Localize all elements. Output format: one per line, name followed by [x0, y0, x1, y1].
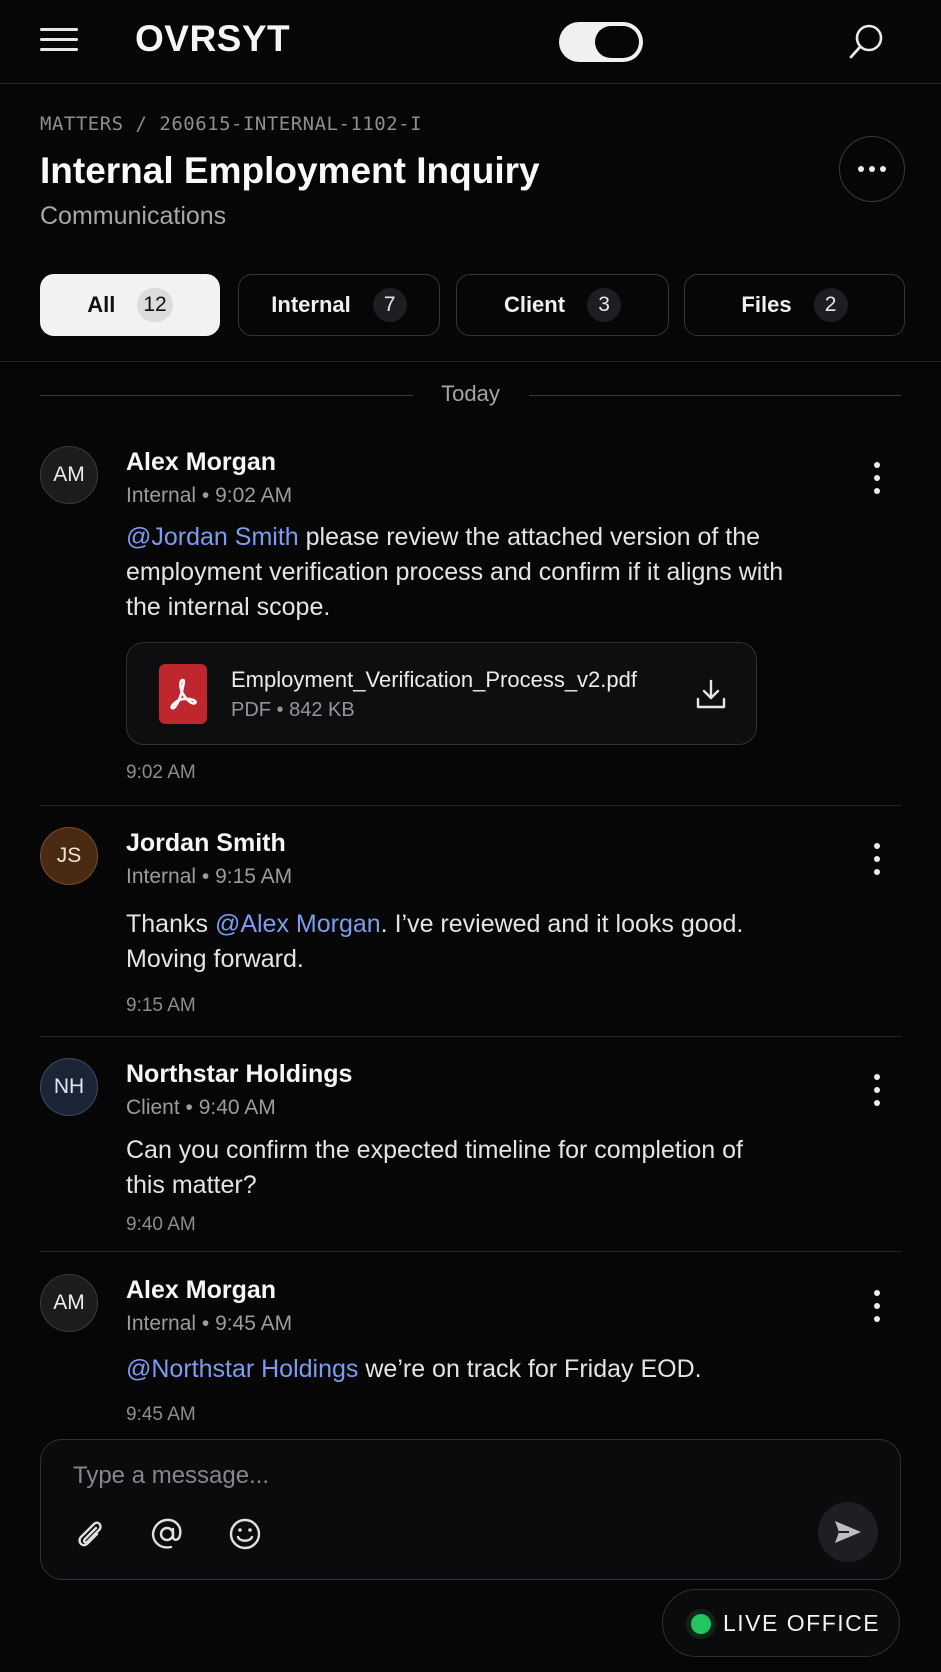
pdf-icon [159, 664, 207, 724]
tab-count-badge: 12 [137, 288, 173, 322]
avatar[interactable]: JS [40, 827, 98, 885]
sender-name[interactable]: Alex Morgan [126, 448, 276, 477]
live-office-label: LIVE OFFICE [723, 1610, 881, 1636]
message-options-icon[interactable] [867, 462, 887, 494]
avatar[interactable]: AM [40, 446, 98, 504]
app-logo: OVRSYT [135, 18, 291, 59]
message-options-icon[interactable] [867, 843, 887, 875]
message-item: JS Jordan Smith Internal • 9:15 AM Thank… [40, 827, 901, 1027]
message-timestamp: 9:15 AM [126, 995, 196, 1016]
avatar[interactable]: AM [40, 1274, 98, 1332]
download-icon[interactable] [694, 677, 728, 711]
mention-icon[interactable] [149, 1516, 185, 1552]
emoji-icon[interactable] [227, 1516, 263, 1552]
mode-toggle[interactable] [559, 22, 643, 62]
top-bar: OVRSYT [0, 0, 941, 84]
live-office-button[interactable]: LIVE OFFICE [662, 1589, 900, 1657]
dot-icon [880, 166, 886, 172]
divider [40, 1251, 901, 1252]
message-meta: Internal • 9:02 AM [126, 484, 293, 507]
sender-name[interactable]: Jordan Smith [126, 829, 286, 858]
message-timestamp: 9:45 AM [126, 1404, 196, 1425]
dot-icon [869, 166, 875, 172]
mention-link[interactable]: @Jordan Smith [126, 523, 299, 551]
more-options-button[interactable] [839, 136, 905, 202]
toggle-knob [595, 26, 639, 58]
message-input[interactable] [73, 1454, 853, 1498]
tab-internal[interactable]: Internal 7 [238, 274, 440, 336]
sender-name[interactable]: Northstar Holdings [126, 1060, 352, 1089]
separator-line [529, 395, 901, 396]
sender-name[interactable]: Alex Morgan [126, 1276, 276, 1305]
message-meta: Client • 9:40 AM [126, 1096, 276, 1119]
tab-files[interactable]: Files 2 [684, 274, 905, 336]
paperclip-icon[interactable] [71, 1516, 107, 1552]
message-body: Thanks @Alex Morgan. I’ve reviewed and i… [126, 907, 806, 977]
message-text: we’re on track for Friday EOD. [358, 1355, 702, 1383]
message-body: @Jordan Smith please review the attached… [126, 520, 806, 625]
message-item: NH Northstar Holdings Client • 9:40 AM C… [40, 1058, 901, 1238]
page-title: Internal Employment Inquiry [40, 150, 540, 191]
tab-label: Files [741, 292, 792, 317]
status-dot-icon [691, 1614, 711, 1634]
page-subtitle: Communications [40, 202, 227, 230]
divider [40, 805, 901, 806]
tab-client[interactable]: Client 3 [456, 274, 669, 336]
file-name: Employment_Verification_Process_v2.pdf [231, 667, 637, 692]
search-icon[interactable] [848, 22, 886, 62]
tab-label: Client [503, 292, 566, 317]
send-button[interactable] [818, 1502, 878, 1562]
file-meta: PDF • 842 KB [231, 699, 355, 721]
date-label: Today [441, 381, 500, 406]
tab-count-badge: 2 [813, 288, 848, 322]
date-separator: Today [40, 380, 901, 410]
tab-label: Internal [271, 292, 351, 317]
mention-link[interactable]: @Northstar Holdings [126, 1355, 358, 1383]
message-timestamp: 9:40 AM [126, 1214, 196, 1235]
message-meta: Internal • 9:15 AM [126, 865, 293, 888]
mention-link[interactable]: @Alex Morgan [215, 910, 381, 938]
file-attachment[interactable]: Employment_Verification_Process_v2.pdf P… [126, 642, 757, 745]
message-body: Can you confirm the expected timeline fo… [126, 1136, 743, 1199]
tab-count-badge: 7 [372, 288, 407, 322]
send-icon [835, 1521, 861, 1543]
message-composer [40, 1439, 901, 1580]
divider [40, 1036, 901, 1037]
divider [0, 361, 941, 362]
message-options-icon[interactable] [867, 1074, 887, 1106]
message-body: @Northstar Holdings we’re on track for F… [126, 1352, 806, 1387]
message-timestamp: 9:02 AM [126, 762, 196, 783]
dot-icon [858, 166, 864, 172]
breadcrumb[interactable]: MATTERS / 260615-INTERNAL-1102-I [40, 113, 422, 135]
menu-icon[interactable] [40, 26, 78, 54]
message-item: AM Alex Morgan Internal • 9:02 AM @Jorda… [40, 446, 901, 786]
avatar[interactable]: NH [40, 1058, 98, 1116]
message-item: AM Alex Morgan Internal • 9:45 AM @North… [40, 1274, 901, 1434]
tab-all[interactable]: All 12 [40, 274, 220, 336]
tab-label: All [87, 292, 116, 317]
message-text: Thanks [126, 910, 215, 938]
message-meta: Internal • 9:45 AM [126, 1312, 293, 1335]
message-options-icon[interactable] [867, 1290, 887, 1322]
tab-count-badge: 3 [587, 288, 622, 322]
